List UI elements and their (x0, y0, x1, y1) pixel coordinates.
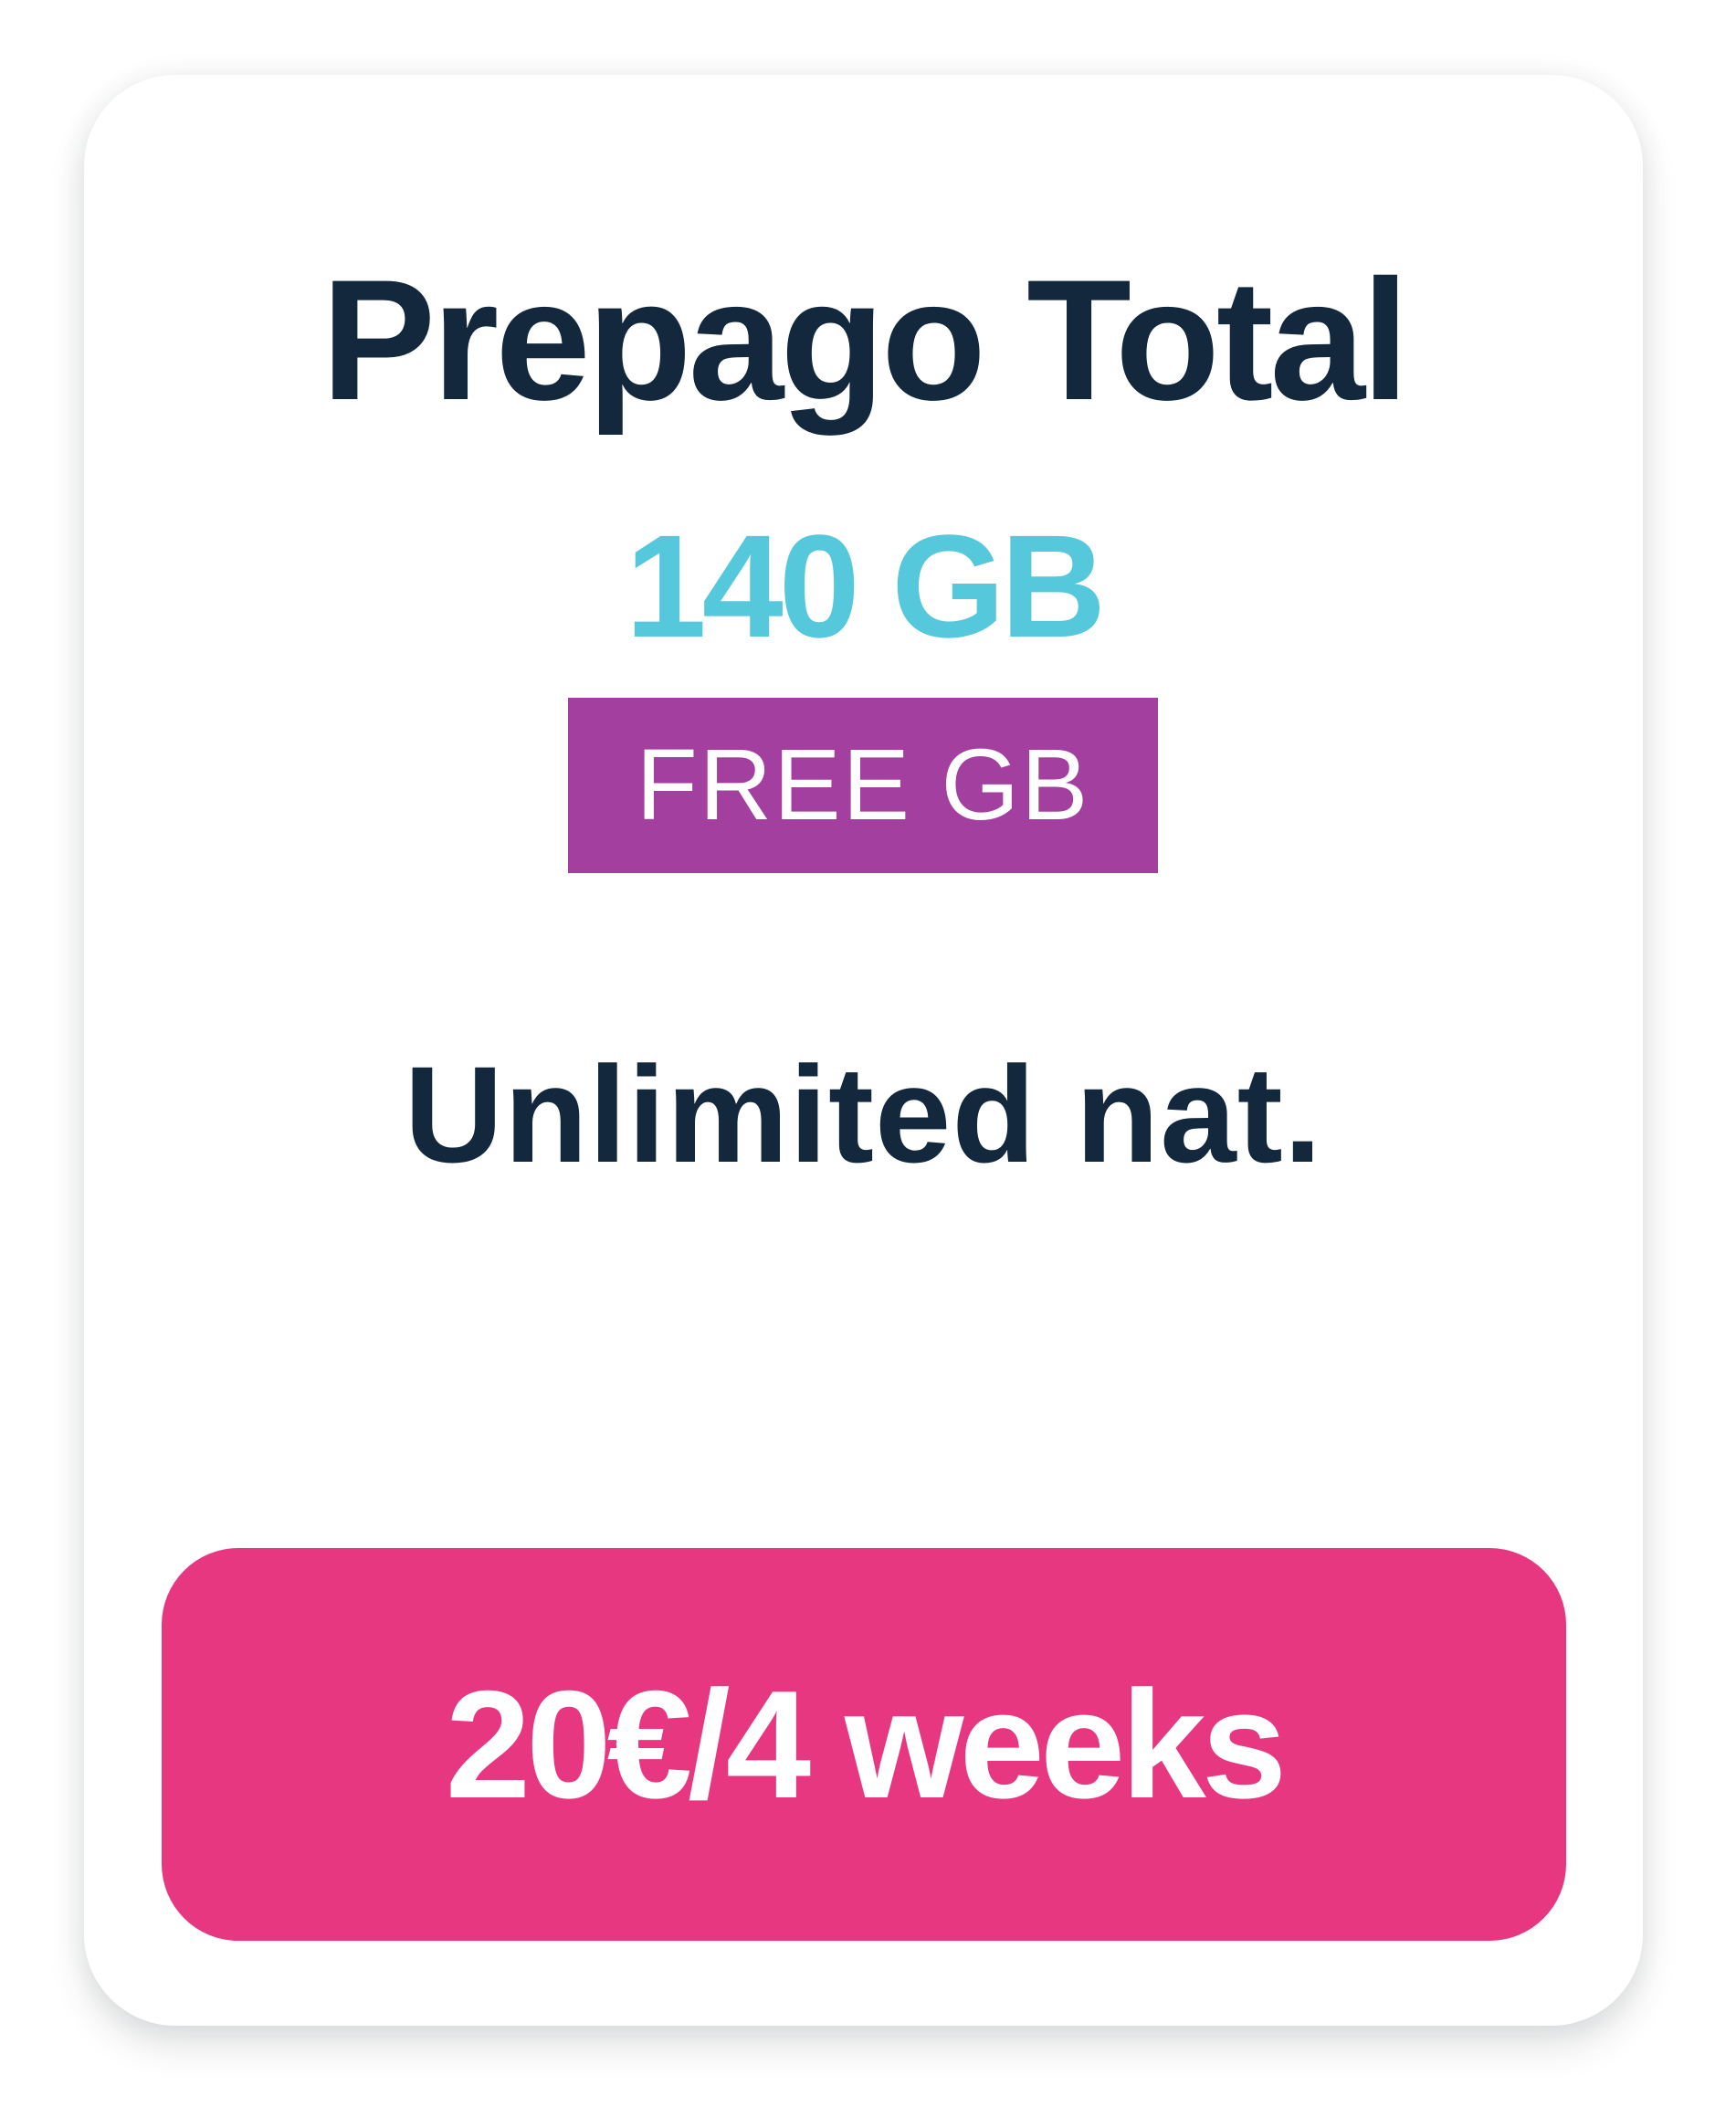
free-gb-badge: FREE GB (568, 698, 1158, 873)
price-button[interactable]: 20€/4 weeks (162, 1548, 1566, 1941)
calls-feature: Unlimited nat. (404, 1038, 1323, 1191)
plan-card: Prepago Total 140 GB FREE GB Unlimited n… (84, 75, 1643, 2026)
data-amount: 140 GB (625, 504, 1106, 668)
plan-title: Prepago Total (321, 244, 1410, 436)
